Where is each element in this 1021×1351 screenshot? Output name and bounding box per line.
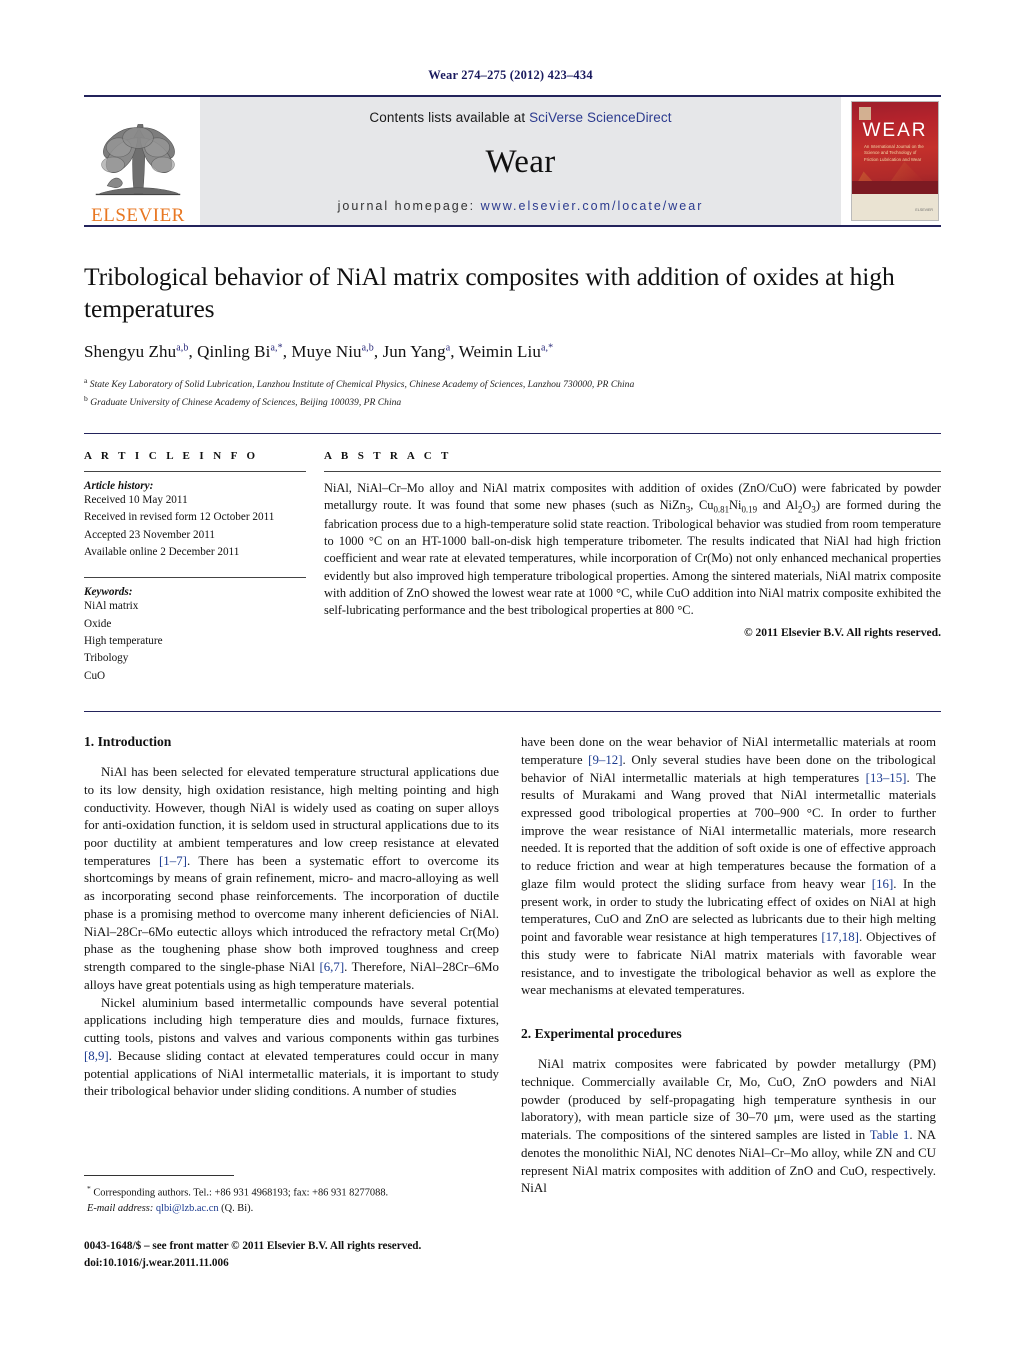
cover-subtitle: An International Journal on the Science … — [864, 144, 924, 162]
article-info-rule — [84, 470, 306, 472]
abstract-copyright: © 2011 Elsevier B.V. All rights reserved… — [743, 626, 941, 640]
info-abstract-section: A R T I C L E I N F O Article history: R… — [84, 432, 941, 685]
journal-title: Wear — [485, 143, 556, 180]
doi-line: doi:10.1016/j.wear.2011.11.006 — [84, 1256, 229, 1269]
contents-available-line: Contents lists available at SciVerse Sci… — [369, 110, 671, 125]
elsevier-logo: ELSEVIER — [84, 97, 192, 225]
email-note: E-mail address: qlbi@lzb.ac.cn (Q. Bi). — [84, 1201, 499, 1217]
affiliation-mark-a: a — [84, 375, 88, 385]
email-link[interactable]: qlbi@lzb.ac.cn — [156, 1203, 219, 1214]
keyword-item: CuO — [84, 669, 106, 682]
paragraph: Nickel aluminium based intermetallic com… — [84, 995, 499, 1099]
masthead-center-panel: Contents lists available at SciVerse Sci… — [200, 97, 841, 225]
affiliation-mark-b: b — [84, 393, 88, 403]
elsevier-tree-icon — [90, 109, 186, 205]
author-list: Shengyu Zhua,b, Qinling Bia,*, Muye Niua… — [84, 341, 554, 361]
cover-band — [852, 181, 938, 194]
keywords-rule — [84, 577, 306, 579]
article-page: Wear 274–275 (2012) 423–434 ELSEVIER Con… — [0, 0, 1021, 1351]
paragraph: NiAl has been selected for elevated temp… — [84, 765, 499, 992]
title-block: Tribological behavior of NiAl matrix com… — [84, 227, 941, 411]
affiliation-text-b: Graduate University of Chinese Academy o… — [90, 396, 402, 408]
email-suffix: (Q. Bi). — [218, 1203, 254, 1215]
keyword-item: Tribology — [84, 652, 129, 665]
journal-homepage-line: journal homepage: www.elsevier.com/locat… — [338, 199, 704, 213]
corresponding-author-note: * Corresponding authors. Tel.: +86 931 4… — [87, 1184, 389, 1199]
keyword-item: NiAl matrix — [84, 600, 139, 613]
article-history-revised: Received in revised form 12 October 2011 — [84, 511, 275, 524]
article-history-online: Available online 2 December 2011 — [84, 545, 240, 558]
abstract-rule — [324, 470, 941, 472]
cover-footer-text: ELSEVIER — [915, 207, 933, 212]
keyword-item: Oxide — [84, 617, 112, 630]
cover-footer: ELSEVIER — [852, 194, 938, 220]
article-history-received: Received 10 May 2011 — [84, 493, 188, 506]
cover-title: WEAR — [862, 120, 928, 141]
affiliation-a: a State Key Laboratory of Solid Lubricat… — [84, 375, 941, 393]
keywords-heading: Keywords: — [84, 586, 133, 599]
email-label: E-mail address: — [87, 1203, 154, 1215]
keyword-item: High temperature — [84, 635, 163, 647]
body-column-right: have been done on the wear behavior of N… — [521, 734, 936, 1198]
body-columns: 1. Introduction NiAl has been selected f… — [84, 711, 941, 1198]
article-history-accepted: Accepted 23 November 2011 — [84, 528, 215, 541]
journal-masthead: ELSEVIER Contents lists available at Sci… — [84, 95, 941, 225]
article-info-column: A R T I C L E I N F O Article history: R… — [84, 450, 306, 685]
footer-issn-block: 0043-1648/$ – see front matter © 2011 El… — [84, 1238, 514, 1272]
section-heading-introduction: 1. Introduction — [84, 734, 172, 750]
journal-cover-thumbnail: WEAR An International Journal on the Sci… — [849, 97, 941, 225]
page-title: Tribological behavior of NiAl matrix com… — [84, 262, 895, 324]
article-history-heading: Article history: — [84, 479, 154, 492]
cover-elsevier-mark-icon — [859, 107, 871, 120]
issn-line: 0043-1648/$ – see front matter © 2011 El… — [84, 1240, 422, 1252]
footnote-rule — [84, 1175, 234, 1176]
running-head: Wear 274–275 (2012) 423–434 — [428, 68, 593, 82]
section-heading-experimental: 2. Experimental procedures — [521, 1026, 682, 1042]
elsevier-wordmark: ELSEVIER — [91, 205, 185, 226]
paragraph: NiAl matrix composites were fabricated b… — [521, 1057, 936, 1196]
body-column-left: 1. Introduction NiAl has been selected f… — [84, 734, 499, 1198]
affiliation-text-a: State Key Laboratory of Solid Lubricatio… — [89, 378, 635, 390]
homepage-url-link[interactable]: www.elsevier.com/locate/wear — [481, 199, 704, 213]
abstract-text: NiAl, NiAl–Cr–Mo alloy and NiAl matrix c… — [324, 480, 941, 618]
footnote-area: * Corresponding authors. Tel.: +86 931 4… — [84, 1175, 499, 1217]
sciencedirect-link[interactable]: SciVerse ScienceDirect — [529, 110, 672, 125]
contents-prefix: Contents lists available at — [369, 110, 530, 125]
article-info-label: A R T I C L E I N F O — [84, 449, 259, 462]
abstract-label: A B S T R A C T — [324, 449, 452, 462]
cover-image: WEAR An International Journal on the Sci… — [851, 101, 939, 221]
paragraph: have been done on the wear behavior of N… — [521, 735, 937, 998]
affiliation-b: b Graduate University of Chinese Academy… — [84, 393, 941, 411]
homepage-prefix: journal homepage: — [337, 199, 481, 213]
abstract-column: A B S T R A C T NiAl, NiAl–Cr–Mo alloy a… — [324, 450, 941, 685]
